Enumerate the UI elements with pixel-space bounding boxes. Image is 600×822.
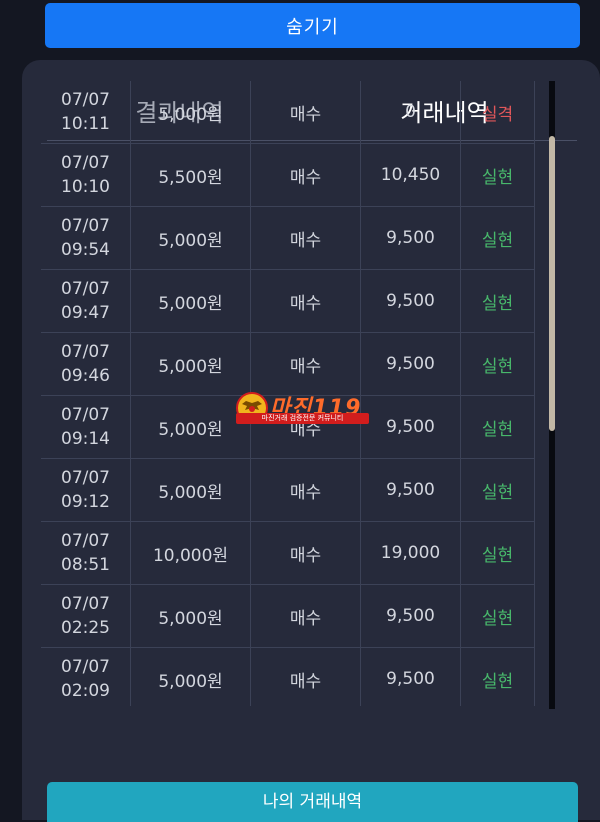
trade-time: 09:12 (61, 492, 110, 512)
trade-result: 10,450 (361, 144, 461, 206)
trade-datetime: 07/07 09:47 (41, 270, 131, 332)
trade-status: 실격 (461, 81, 535, 143)
trade-result: 9,500 (361, 648, 461, 706)
trade-type: 매수 (251, 522, 361, 584)
trade-amount: 5,000원 (131, 459, 251, 521)
trade-datetime: 07/07 09:54 (41, 207, 131, 269)
trade-status: 실현 (461, 207, 535, 269)
trade-date: 07/07 (61, 90, 110, 110)
my-trade-history-button[interactable]: 나의 거래내역 (47, 782, 578, 822)
trade-result: 19,000 (361, 522, 461, 584)
trade-status: 실현 (461, 585, 535, 647)
trade-time: 10:11 (61, 114, 110, 134)
trade-datetime: 07/07 09:14 (41, 396, 131, 458)
trade-result: 9,500 (361, 207, 461, 269)
trade-date: 07/07 (61, 594, 110, 614)
trade-time: 02:25 (61, 618, 110, 638)
hide-button[interactable]: 숨기기 (45, 3, 580, 48)
trade-datetime: 07/07 02:09 (41, 648, 131, 706)
trade-type: 매수 (251, 144, 361, 206)
trade-time: 10:10 (61, 177, 110, 197)
trade-type: 매수 (251, 270, 361, 332)
scrollbar-track[interactable] (549, 81, 555, 709)
trade-datetime: 07/07 08:51 (41, 522, 131, 584)
trade-date: 07/07 (61, 468, 110, 488)
table-row: 07/07 10:10 5,500원 매수 10,450 실현 (41, 144, 535, 207)
trade-time: 09:47 (61, 303, 110, 323)
scrollbar-thumb[interactable] (549, 136, 555, 431)
trade-status: 실현 (461, 522, 535, 584)
trade-type: 매수 (251, 207, 361, 269)
trade-datetime: 07/07 09:12 (41, 459, 131, 521)
trade-date: 07/07 (61, 216, 110, 236)
trade-date: 07/07 (61, 279, 110, 299)
trade-type: 매수 (251, 648, 361, 706)
trade-status: 실현 (461, 648, 535, 706)
trade-type: 매수 (251, 81, 361, 143)
trade-status: 실현 (461, 396, 535, 458)
trade-datetime: 07/07 10:11 (41, 81, 131, 143)
trade-result: 9,500 (361, 585, 461, 647)
trade-date: 07/07 (61, 405, 110, 425)
trade-result: 0 (361, 81, 461, 143)
table-row: 07/07 02:09 5,000원 매수 9,500 실현 (41, 648, 535, 706)
table-row: 07/07 09:46 5,000원 매수 9,500 실현 (41, 333, 535, 396)
trade-time: 09:54 (61, 240, 110, 260)
trade-result: 9,500 (361, 396, 461, 458)
trade-time: 09:46 (61, 366, 110, 386)
trade-status: 실현 (461, 270, 535, 332)
watermark-logo: 마진119 마진거래 검증전문 커뮤니티 (234, 392, 369, 424)
watermark-subtitle: 마진거래 검증전문 커뮤니티 (236, 413, 369, 424)
trade-datetime: 07/07 09:46 (41, 333, 131, 395)
trade-time: 09:14 (61, 429, 110, 449)
trade-status: 실현 (461, 333, 535, 395)
trade-amount: 5,000원 (131, 207, 251, 269)
trade-time: 08:51 (61, 555, 110, 575)
trade-status: 실현 (461, 459, 535, 521)
trade-amount: 10,000원 (131, 522, 251, 584)
trade-date: 07/07 (61, 342, 110, 362)
trade-amount: 5,500원 (131, 144, 251, 206)
trade-date: 07/07 (61, 153, 110, 173)
table-row: 07/07 09:12 5,000원 매수 9,500 실현 (41, 459, 535, 522)
trade-date: 07/07 (61, 531, 110, 551)
trade-result: 9,500 (361, 333, 461, 395)
table-row: 07/07 09:47 5,000원 매수 9,500 실현 (41, 270, 535, 333)
trade-type: 매수 (251, 585, 361, 647)
trade-result: 9,500 (361, 270, 461, 332)
trade-time: 02:09 (61, 681, 110, 701)
table-row: 07/07 10:11 5,000원 매수 0 실격 (41, 81, 535, 144)
trade-type: 매수 (251, 459, 361, 521)
trade-date: 07/07 (61, 657, 110, 677)
table-row: 07/07 09:54 5,000원 매수 9,500 실현 (41, 207, 535, 270)
trade-amount: 5,000원 (131, 333, 251, 395)
trade-datetime: 07/07 02:25 (41, 585, 131, 647)
trade-status: 실현 (461, 144, 535, 206)
table-row: 07/07 02:25 5,000원 매수 9,500 실현 (41, 585, 535, 648)
trade-amount: 5,000원 (131, 396, 251, 458)
trade-amount: 5,000원 (131, 270, 251, 332)
trade-datetime: 07/07 10:10 (41, 144, 131, 206)
trade-amount: 5,000원 (131, 585, 251, 647)
trade-result: 9,500 (361, 459, 461, 521)
trade-amount: 5,000원 (131, 81, 251, 143)
trade-amount: 5,000원 (131, 648, 251, 706)
table-row: 07/07 08:51 10,000원 매수 19,000 실현 (41, 522, 535, 585)
trade-type: 매수 (251, 333, 361, 395)
